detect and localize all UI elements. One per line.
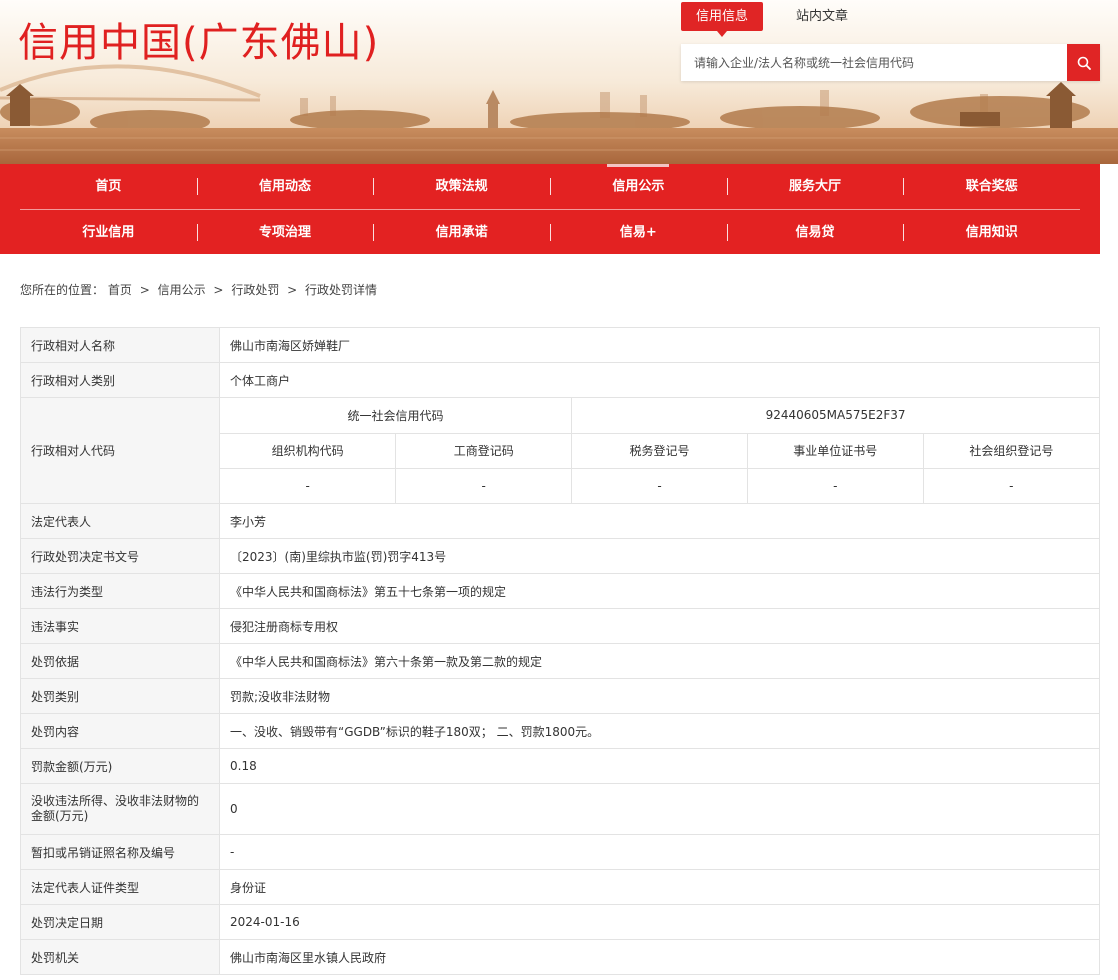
field-label: 行政相对人类别 [20, 362, 220, 398]
breadcrumb-prefix: 您所在的位置： [20, 283, 105, 297]
table-row: 行政相对人代码 统一社会信用代码 92440605MA575E2F37 组织机构… [20, 397, 1100, 504]
table-row: 行政相对人名称 佛山市南海区娇婵鞋厂 [20, 327, 1100, 363]
usci-value: 92440605MA575E2F37 [571, 398, 1099, 434]
table-row: 没收违法所得、没收非法财物的金额(万元) 0 [20, 783, 1100, 835]
nav-item-credit-disclosure[interactable]: 信用公示 [550, 164, 727, 209]
breadcrumb-separator: > [139, 283, 150, 297]
breadcrumb-admin-penalty[interactable]: 行政处罚 [231, 283, 279, 297]
field-value: 个体工商户 [219, 362, 1100, 398]
sub-value: - [395, 468, 572, 503]
table-row: 暂扣或吊销证照名称及编号 - [20, 834, 1100, 870]
field-label: 处罚内容 [20, 713, 220, 749]
field-label: 处罚类别 [20, 678, 220, 714]
field-value: 《中华人民共和国商标法》第六十条第一款及第二款的规定 [219, 643, 1100, 679]
field-value: 2024-01-16 [219, 904, 1100, 940]
main-nav: 首页 信用动态 政策法规 信用公示 服务大厅 联合奖惩 行业信用 专项治理 信用… [0, 164, 1100, 254]
field-label: 罚款金额(万元) [20, 748, 220, 784]
sub-header: 工商登记码 [395, 433, 572, 469]
code-subtable: 统一社会信用代码 92440605MA575E2F37 组织机构代码 工商登记码… [220, 398, 1099, 503]
nav-item-joint-reward-punish[interactable]: 联合奖惩 [903, 164, 1080, 209]
search-icon [1077, 56, 1091, 70]
field-label: 行政处罚决定书文号 [20, 538, 220, 574]
table-row: 法定代表人证件类型 身份证 [20, 869, 1100, 905]
search-tabs: 信用信息 站内文章 [681, 2, 881, 37]
field-label: 暂扣或吊销证照名称及编号 [20, 834, 220, 870]
sub-header: 组织机构代码 [220, 433, 396, 469]
field-value: 佛山市南海区娇婵鞋厂 [219, 327, 1100, 363]
table-row: 行政处罚决定书文号 〔2023〕(南)里综执市监(罚)罚字413号 [20, 538, 1100, 574]
breadcrumb-credit-disclosure[interactable]: 信用公示 [158, 283, 206, 297]
table-row: 处罚内容 一、没收、销毁带有“GGDB”标识的鞋子180双； 二、罚款1800元… [20, 713, 1100, 749]
nav-item-credit-news[interactable]: 信用动态 [196, 164, 374, 209]
field-label: 处罚决定日期 [20, 904, 220, 940]
field-value: 一、没收、销毁带有“GGDB”标识的鞋子180双； 二、罚款1800元。 [219, 713, 1100, 749]
field-label: 处罚依据 [20, 643, 220, 679]
nav-item-service-hall[interactable]: 服务大厅 [726, 164, 904, 209]
breadcrumb-current: 行政处罚详情 [305, 283, 378, 297]
breadcrumb-separator: > [213, 283, 224, 297]
nav-row-1: 首页 信用动态 政策法规 信用公示 服务大厅 联合奖惩 [20, 164, 1080, 209]
field-value: 0 [219, 783, 1100, 835]
search-input[interactable] [681, 44, 1067, 81]
table-row: 处罚决定日期 2024-01-16 [20, 904, 1100, 940]
header-banner: 信用中国(广东佛山) 信用信息 站内文章 [0, 0, 1118, 164]
table-row: 处罚类别 罚款;没收非法财物 [20, 678, 1100, 714]
field-label: 法定代表人 [20, 503, 220, 539]
field-value: 〔2023〕(南)里综执市监(罚)罚字413号 [219, 538, 1100, 574]
nav-item-xinyi-loan[interactable]: 信易贷 [726, 210, 904, 255]
search-box [681, 44, 1100, 81]
usci-label: 统一社会信用代码 [220, 398, 572, 434]
nav-item-policy[interactable]: 政策法规 [373, 164, 550, 209]
field-label: 违法行为类型 [20, 573, 220, 609]
tab-site-articles[interactable]: 站内文章 [781, 2, 863, 31]
field-value: 身份证 [219, 869, 1100, 905]
nav-item-industry-credit[interactable]: 行业信用 [20, 210, 197, 255]
sub-value: - [571, 468, 748, 503]
field-value: 《中华人民共和国商标法》第五十七条第一项的规定 [219, 573, 1100, 609]
nav-item-xinyi-plus[interactable]: 信易+ [550, 210, 727, 255]
field-value: 罚款;没收非法财物 [219, 678, 1100, 714]
table-row: 违法行为类型 《中华人民共和国商标法》第五十七条第一项的规定 [20, 573, 1100, 609]
field-label: 法定代表人证件类型 [20, 869, 220, 905]
table-row: 行政相对人类别 个体工商户 [20, 362, 1100, 398]
field-value: 佛山市南海区里水镇人民政府 [219, 939, 1100, 975]
nav-item-credit-commitment[interactable]: 信用承诺 [373, 210, 550, 255]
field-value: 李小芳 [219, 503, 1100, 539]
sub-value: - [922, 468, 1099, 503]
sub-header: 税务登记号 [571, 433, 748, 469]
table-row: 法定代表人 李小芳 [20, 503, 1100, 539]
field-value: 0.18 [219, 748, 1100, 784]
table-row: 处罚依据 《中华人民共和国商标法》第六十条第一款及第二款的规定 [20, 643, 1100, 679]
nav-item-home[interactable]: 首页 [20, 164, 197, 209]
sub-value: - [305, 478, 310, 493]
breadcrumb: 您所在的位置： 首页 > 信用公示 > 行政处罚 > 行政处罚详情 [0, 281, 1118, 299]
field-label: 行政相对人名称 [20, 327, 220, 363]
sub-header: 社会组织登记号 [922, 433, 1099, 469]
field-label: 违法事实 [20, 608, 220, 644]
penalty-detail-table: 行政相对人名称 佛山市南海区娇婵鞋厂 行政相对人类别 个体工商户 行政相对人代码… [20, 327, 1100, 975]
table-row: 违法事实 侵犯注册商标专用权 [20, 608, 1100, 644]
breadcrumb-home[interactable]: 首页 [108, 283, 132, 297]
sub-header: 事业单位证书号 [746, 433, 924, 469]
site-title[interactable]: 信用中国(广东佛山) [18, 10, 379, 68]
tab-credit-info[interactable]: 信用信息 [681, 2, 764, 37]
field-value: - [219, 834, 1100, 870]
field-value: 侵犯注册商标专用权 [219, 608, 1100, 644]
nav-item-credit-knowledge[interactable]: 信用知识 [903, 210, 1080, 255]
table-row: 罚款金额(万元) 0.18 [20, 748, 1100, 784]
table-row: 处罚机关 佛山市南海区里水镇人民政府 [20, 939, 1100, 975]
nav-item-special-governance[interactable]: 专项治理 [196, 210, 374, 255]
nav-row-2: 行业信用 专项治理 信用承诺 信易+ 信易贷 信用知识 [20, 209, 1080, 254]
field-label: 行政相对人代码 [20, 397, 220, 504]
search-button[interactable] [1067, 44, 1100, 81]
code-subtable-cell: 统一社会信用代码 92440605MA575E2F37 组织机构代码 工商登记码… [219, 397, 1100, 504]
field-label: 没收违法所得、没收非法财物的金额(万元) [20, 783, 220, 835]
breadcrumb-separator: > [287, 283, 298, 297]
sub-value: - [746, 468, 924, 503]
field-label: 处罚机关 [20, 939, 220, 975]
